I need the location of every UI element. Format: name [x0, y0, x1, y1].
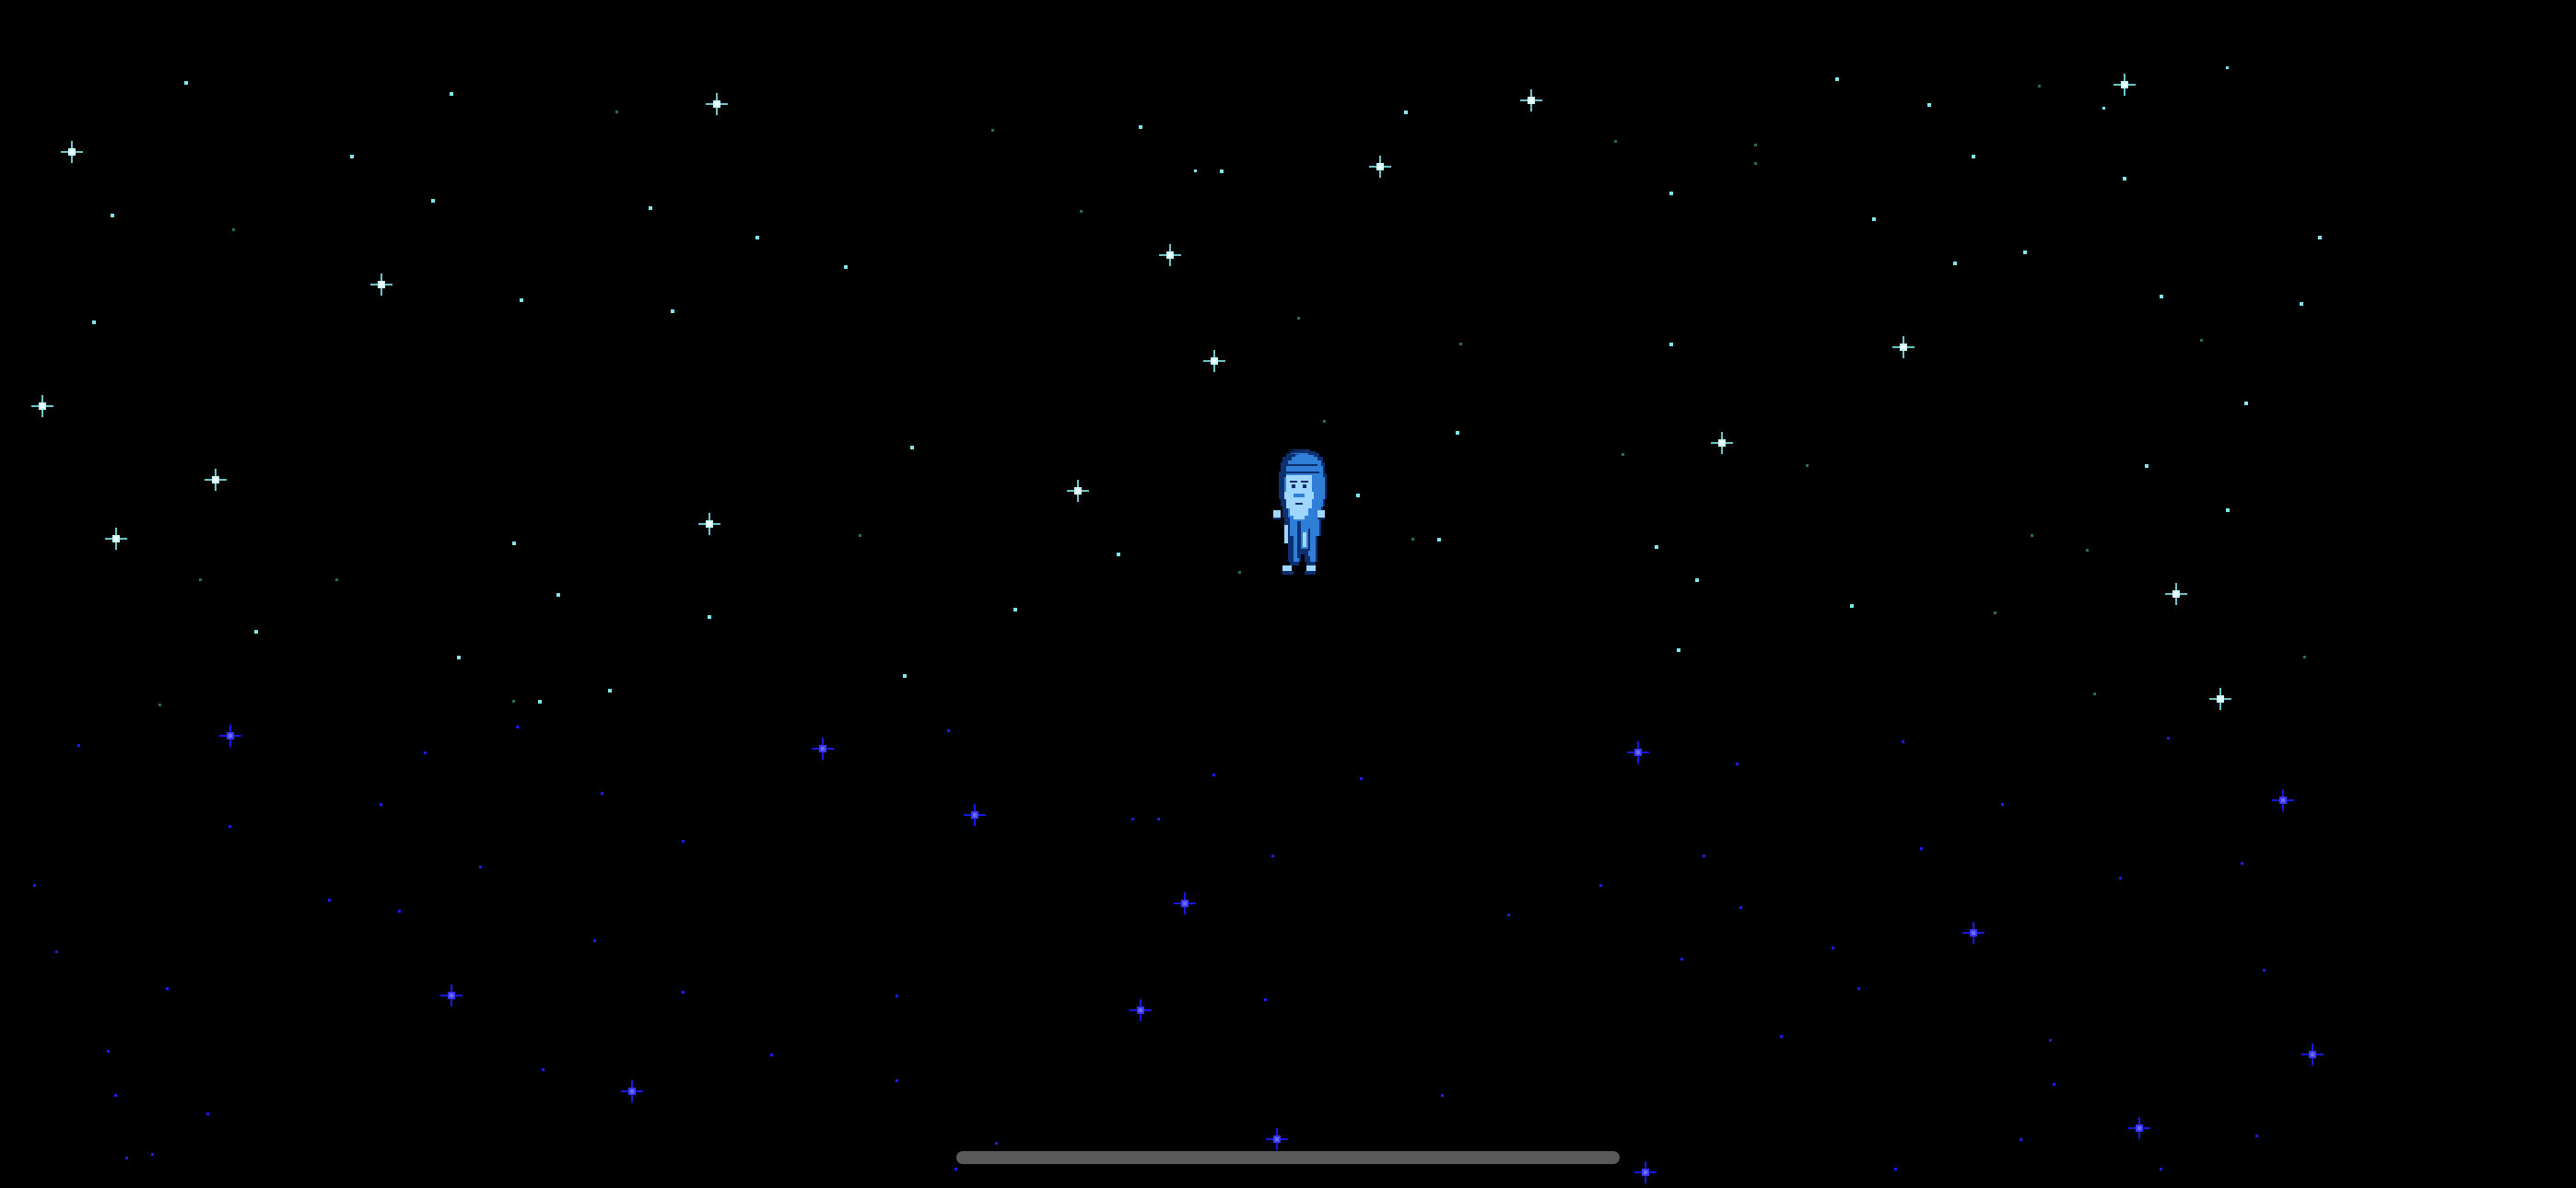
star-sparkle-icon [2128, 1117, 2150, 1139]
character-sprite[interactable] [1262, 448, 1336, 578]
star-sparkle-icon [1634, 1161, 1657, 1183]
star-sparkle-icon [440, 984, 463, 1007]
home-indicator[interactable] [956, 1151, 1620, 1164]
star-sparkle-icon [1174, 892, 1196, 914]
star-sparkle-icon [105, 528, 127, 550]
star-sparkle-icon [621, 1080, 643, 1102]
upper-sparkles [31, 74, 2231, 710]
star-sparkle-icon [205, 469, 227, 491]
star-sparkle-icon [698, 513, 720, 535]
star-sparkle-icon [1627, 741, 1649, 763]
lower-dots [33, 726, 2266, 1171]
star-sparkle-icon [219, 725, 241, 747]
faint-dots [158, 85, 2306, 706]
star-sparkle-icon [812, 738, 834, 760]
star-sparkle-icon [2272, 789, 2294, 811]
star-sparkle-icon [1067, 480, 1089, 502]
star-sparkle-icon [2209, 688, 2231, 710]
star-sparkle-icon [706, 93, 728, 115]
star-sparkle-icon [1266, 1128, 1288, 1150]
lower-sparkles [219, 725, 2324, 1183]
starfield [31, 66, 2324, 1183]
star-sparkle-icon [1203, 350, 1225, 372]
star-sparkle-icon [61, 141, 83, 163]
hooded-bearded-old-man-icon [1273, 449, 1327, 575]
star-sparkle-icon [1711, 432, 1733, 454]
star-sparkle-icon [1962, 922, 1985, 944]
upper-dots [92, 66, 2322, 704]
star-sparkle-icon [2165, 583, 2187, 605]
star-sparkle-icon [2113, 74, 2136, 96]
game-scene[interactable] [0, 0, 2576, 1188]
star-sparkle-icon [1520, 89, 1542, 111]
star-sparkle-icon [1892, 336, 1914, 358]
star-sparkle-icon [2301, 1043, 2324, 1066]
star-sparkle-icon [1130, 999, 1152, 1021]
star-sparkle-icon [1159, 244, 1181, 266]
star-sparkle-icon [370, 274, 392, 296]
star-sparkle-icon [31, 395, 53, 417]
star-sparkle-icon [964, 804, 986, 826]
star-sparkle-icon [1369, 156, 1391, 178]
